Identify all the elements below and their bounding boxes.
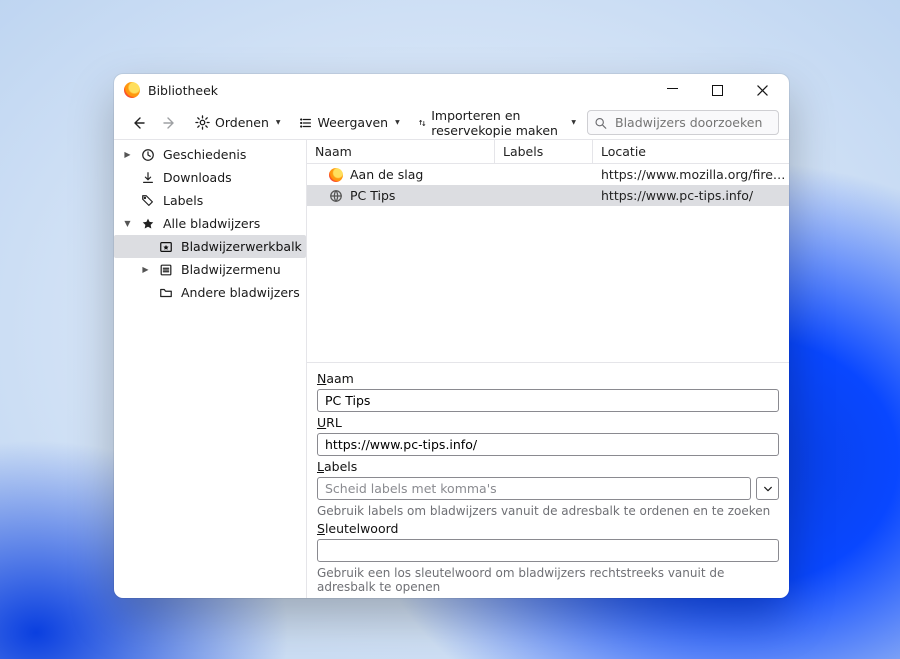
detail-keyword-input[interactable] <box>317 539 779 562</box>
chevron-down-icon: ▼ <box>395 119 400 126</box>
list-icon <box>299 116 313 130</box>
column-header-labels[interactable]: Labels <box>495 140 593 163</box>
table-row[interactable]: Aan de slag https://www.mozilla.org/fire… <box>307 164 789 185</box>
row-location: https://www.mozilla.org/firefox/cen… <box>593 167 789 182</box>
maximize-button[interactable] <box>695 75 740 105</box>
detail-keyword-hint: Gebruik een los sleutelwoord om bladwijz… <box>317 566 779 594</box>
chevron-right-icon: ▶ <box>122 150 133 159</box>
detail-labels-input[interactable] <box>317 477 751 500</box>
detail-url-input[interactable] <box>317 433 779 456</box>
sidebar-item-label: Geschiedenis <box>163 147 246 162</box>
labels-dropdown-button[interactable] <box>756 477 779 500</box>
import-backup-label: Importeren en reservekopie maken <box>431 108 564 138</box>
sidebar-item-other-bookmarks[interactable]: Andere bladwijzers <box>114 281 306 304</box>
firefox-icon <box>124 82 140 98</box>
main-pane: Naam Labels Locatie Aan de slag https://… <box>307 140 789 598</box>
menu-icon <box>158 263 174 277</box>
clock-icon <box>140 148 156 162</box>
import-backup-menu[interactable]: Importeren en reservekopie maken ▼ <box>411 110 583 136</box>
search-input[interactable] <box>587 110 779 135</box>
minimize-button[interactable] <box>650 75 695 105</box>
table-row[interactable]: PC Tips https://www.pc-tips.info/ <box>307 185 789 206</box>
chevron-down-icon: ▼ <box>571 119 576 126</box>
close-button[interactable] <box>740 75 785 105</box>
views-menu[interactable]: Weergaven ▼ <box>292 110 407 136</box>
gear-icon <box>195 115 210 130</box>
titlebar[interactable]: Bibliotheek <box>114 74 789 106</box>
sidebar-item-bookmarks-toolbar[interactable]: Bladwijzerwerkbalk <box>114 235 306 258</box>
detail-name-label: Naam <box>317 371 779 386</box>
chevron-down-icon: ▼ <box>276 119 281 126</box>
views-label: Weergaven <box>318 115 389 130</box>
sidebar-item-label: Bladwijzerwerkbalk <box>181 239 302 254</box>
folder-icon <box>158 286 174 300</box>
globe-icon <box>329 189 343 203</box>
back-button[interactable] <box>124 110 152 136</box>
sidebar-item-labels[interactable]: Labels <box>114 189 306 212</box>
detail-labels-label: Labels <box>317 459 779 474</box>
sidebar-item-label: Downloads <box>163 170 232 185</box>
forward-button[interactable] <box>156 110 184 136</box>
bookmark-list: Aan de slag https://www.mozilla.org/fire… <box>307 164 789 362</box>
firefox-icon <box>329 168 343 182</box>
sidebar-item-label: Bladwijzermenu <box>181 262 281 277</box>
row-name: Aan de slag <box>350 167 423 182</box>
search-field-wrap <box>587 110 779 135</box>
row-location: https://www.pc-tips.info/ <box>593 188 789 203</box>
import-export-icon <box>418 116 426 130</box>
sidebar-item-all-bookmarks[interactable]: ▼ Alle bladwijzers <box>114 212 306 235</box>
download-icon <box>140 171 156 185</box>
sidebar-item-bookmarks-menu[interactable]: ▶ Bladwijzermenu <box>114 258 306 281</box>
sidebar-item-history[interactable]: ▶ Geschiedenis <box>114 143 306 166</box>
sidebar-item-label: Labels <box>163 193 203 208</box>
window-title: Bibliotheek <box>148 83 218 98</box>
organize-label: Ordenen <box>215 115 269 130</box>
star-icon <box>140 217 156 231</box>
detail-url-label: URL <box>317 415 779 430</box>
sidebar-item-label: Alle bladwijzers <box>163 216 260 231</box>
library-window: Bibliotheek Ordenen ▼ Weergaven ▼ <box>114 74 789 598</box>
detail-name-input[interactable] <box>317 389 779 412</box>
row-name: PC Tips <box>350 188 395 203</box>
column-header-location[interactable]: Locatie <box>593 140 789 163</box>
search-icon <box>594 116 607 129</box>
details-panel: Naam URL Labels Gebruik labels om bladwi… <box>307 362 789 598</box>
sidebar: ▶ Geschiedenis Downloads Labels ▼ Alle b… <box>114 140 307 598</box>
sidebar-item-label: Andere bladwijzers <box>181 285 300 300</box>
organize-menu[interactable]: Ordenen ▼ <box>188 110 288 136</box>
sidebar-item-downloads[interactable]: Downloads <box>114 166 306 189</box>
column-header-name[interactable]: Naam <box>307 140 495 163</box>
chevron-right-icon: ▶ <box>140 265 151 274</box>
column-headers: Naam Labels Locatie <box>307 140 789 164</box>
bookmarks-toolbar-icon <box>158 240 174 254</box>
detail-keyword-label: Sleutelwoord <box>317 521 779 536</box>
body: ▶ Geschiedenis Downloads Labels ▼ Alle b… <box>114 139 789 598</box>
toolbar: Ordenen ▼ Weergaven ▼ Importeren en rese… <box>114 106 789 139</box>
chevron-down-icon <box>763 484 773 494</box>
detail-labels-hint: Gebruik labels om bladwijzers vanuit de … <box>317 504 779 518</box>
chevron-down-icon: ▼ <box>122 219 133 228</box>
tag-icon <box>140 194 156 208</box>
